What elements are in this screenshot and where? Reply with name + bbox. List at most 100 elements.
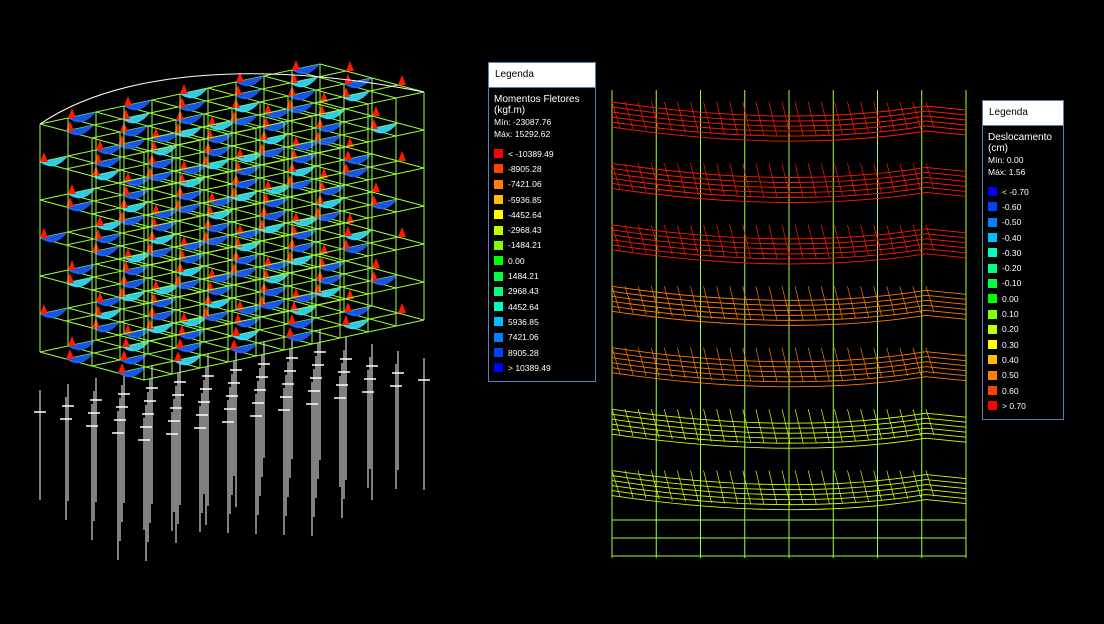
moment-peak — [344, 74, 352, 84]
moment-peak — [174, 123, 182, 133]
mesh-line — [677, 224, 686, 256]
moment-peak — [344, 302, 352, 312]
mesh-line — [677, 409, 686, 441]
mesh-line — [677, 286, 686, 318]
legend-item-label: 0.10 — [1002, 309, 1019, 320]
legend-swatch — [494, 271, 503, 281]
mesh-line — [650, 224, 660, 255]
legend-header: Legenda — [489, 63, 595, 88]
mesh-line — [925, 101, 935, 129]
mesh-line — [650, 286, 660, 316]
legend-item-label: 1484.21 — [508, 271, 539, 282]
mesh-line — [899, 286, 909, 315]
mesh-line — [925, 286, 935, 313]
mesh-line — [834, 163, 843, 196]
mesh-line — [611, 347, 621, 374]
mesh-line — [912, 347, 922, 375]
moment-peak — [372, 258, 380, 268]
mesh-line — [677, 470, 686, 502]
legend-item: 8905.28 — [494, 345, 595, 360]
legend-item: -4452.64 — [494, 207, 595, 222]
moment-peak — [96, 216, 104, 226]
mesh-line — [807, 470, 817, 505]
moment-peak — [202, 307, 210, 317]
legend-swatch — [494, 210, 503, 220]
legend-header: Legenda — [983, 101, 1063, 126]
legend-color-scale: < -10389.49 -8905.28 -7421.06 -5936.85 -4452… — [489, 140, 595, 375]
mesh-line — [820, 409, 830, 443]
legend-swatch — [494, 363, 503, 373]
moment-peak — [344, 150, 352, 160]
moment-peak — [258, 143, 266, 153]
moment-peak — [286, 251, 294, 261]
legend-bending-moments[interactable]: Legenda Momentos Fletores (kgf.m) Mín: -… — [488, 62, 596, 382]
mesh-line — [663, 470, 673, 501]
mesh-line — [899, 347, 909, 376]
moment-peak — [40, 152, 48, 162]
moment-peak — [286, 175, 294, 185]
mesh-line — [807, 347, 817, 382]
moment-peak — [314, 283, 322, 293]
legend-item-label: 0.40 — [1002, 354, 1019, 365]
mesh-line — [729, 409, 739, 443]
moment-peak — [372, 182, 380, 192]
legend-item: 0.60 — [988, 383, 1063, 398]
legend-item-label: 2968.43 — [508, 286, 539, 297]
legend-title: Deslocamento (cm) — [988, 132, 1052, 154]
mesh-line — [611, 409, 621, 436]
moment-peak — [342, 315, 350, 325]
mesh-line — [677, 163, 686, 195]
mesh-line — [690, 163, 699, 196]
moment-peak — [120, 350, 128, 360]
mesh-line — [624, 101, 634, 130]
mesh-line — [925, 409, 935, 436]
legend-swatch — [988, 202, 997, 212]
legend-swatch — [494, 179, 503, 189]
legend-swatch — [988, 294, 997, 304]
legend-item: -0.20 — [988, 260, 1063, 275]
mesh-line — [663, 101, 673, 133]
legend-item-label: -0.20 — [1002, 263, 1022, 274]
legend-displacement[interactable]: Legenda Deslocamento (cm) Mín: 0.00 Máx:… — [982, 100, 1064, 420]
mesh-line — [742, 101, 752, 136]
legend-item: 2968.43 — [494, 284, 595, 299]
moment-peak — [118, 135, 126, 145]
legend-item: 0.30 — [988, 337, 1063, 352]
mesh-line — [729, 163, 739, 197]
mesh-line — [690, 286, 699, 319]
displacement-mesh-model[interactable] — [611, 90, 967, 558]
legend-item: 0.20 — [988, 322, 1063, 337]
mesh-line — [677, 347, 686, 379]
legend-item-label: 0.30 — [1002, 339, 1019, 350]
legend-item: 0.10 — [988, 306, 1063, 321]
mesh-line — [899, 409, 909, 438]
moment-peak — [174, 351, 182, 361]
mesh-line — [820, 224, 830, 258]
mesh-line — [729, 347, 739, 382]
moment-peak — [370, 271, 378, 281]
mesh-line — [729, 470, 739, 505]
legend-swatch — [988, 309, 997, 319]
mesh-line — [742, 286, 752, 321]
moment-peak — [66, 349, 74, 359]
mesh-line — [912, 409, 922, 437]
mesh-line — [611, 286, 621, 313]
legend-swatch — [494, 286, 503, 296]
mesh-line — [807, 224, 817, 259]
mesh-line — [624, 409, 634, 437]
moment-peak — [230, 111, 238, 121]
moment-peak — [118, 287, 126, 297]
legend-item-label: > 10389.49 — [508, 362, 551, 373]
legend-swatch — [988, 386, 997, 395]
mesh-line — [650, 101, 660, 132]
moment-peak — [122, 261, 130, 271]
moment-peak — [68, 184, 76, 194]
bending-moment-frame-model[interactable] — [34, 60, 430, 561]
mesh-line — [820, 470, 830, 504]
legend-item-label: 0.00 — [508, 255, 525, 266]
legend-item-label: > 0.70 — [1002, 400, 1026, 411]
mesh-line — [834, 224, 843, 258]
moment-peak — [314, 207, 322, 217]
legend-item: -0.60 — [988, 199, 1063, 214]
legend-item: -0.10 — [988, 276, 1063, 291]
